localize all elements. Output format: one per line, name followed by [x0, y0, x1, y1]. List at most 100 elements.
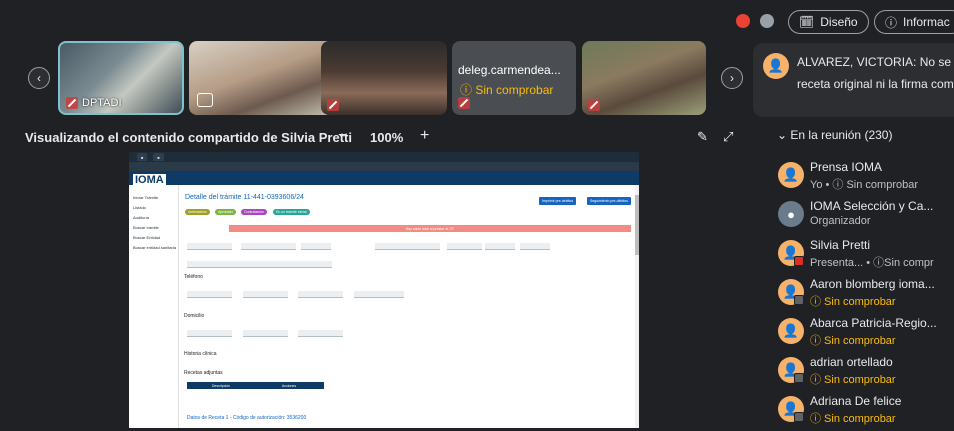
chevron-down-icon: ⌄: [777, 128, 791, 142]
participant-row[interactable]: 👤 adrian ortellado ⓘ Sin comprobar: [778, 355, 954, 391]
participant-row[interactable]: 👤 Aaron blomberg ioma... ⓘ Sin comprobar: [778, 277, 954, 313]
table-header-cell: Acciones: [281, 383, 297, 388]
participant-status: ⓘ Sin comprobar: [810, 296, 896, 308]
participant-name: Aaron blomberg ioma...: [810, 277, 935, 291]
calendar-icon: 🗓: [799, 15, 815, 29]
participant-row[interactable]: 👤 Abarca Patricia-Regio... ⓘ Sin comprob…: [778, 316, 954, 352]
sidebar-item: Listado: [133, 205, 146, 210]
activities-icon[interactable]: [760, 14, 774, 28]
avatar-icon: 👤: [778, 318, 804, 344]
status-pill: Contratación: [241, 209, 267, 215]
participants-section-header[interactable]: ⌄ En la reunión (230): [777, 128, 892, 142]
sidebar-item: Iniciar Trámite: [133, 195, 159, 200]
form-field: [243, 291, 288, 298]
filmstrip-next-button[interactable]: ›: [721, 67, 743, 89]
form-field: [485, 243, 515, 250]
avatar-icon: 👤: [778, 162, 804, 188]
receta-link: Datos de Receta 1 - Código de autorizaci…: [187, 415, 307, 421]
mic-off-icon: [327, 99, 339, 111]
tracking-button: Seguimiento pre-débitos: [587, 197, 631, 205]
chat-notification[interactable]: 👤 ALVAREZ, VICTORIA: No se receta origin…: [753, 43, 954, 117]
form-field: [301, 243, 331, 250]
form-field: [354, 291, 404, 298]
form-field: [520, 243, 550, 250]
phone-icon: [794, 295, 804, 305]
present-icon: [197, 93, 213, 107]
status-pill: Ambulatorio: [185, 209, 210, 215]
alert-banner: Hay saldo total al prestar el 70°: [229, 225, 631, 232]
participant-tile-deleg[interactable]: deleg.carmendea... ⓘ Sin comprobar: [452, 41, 576, 115]
app-sidebar: Iniciar Trámite Listado Auditoría Buscar…: [129, 185, 179, 428]
participant-row[interactable]: ● IOMA Selección y Ca... Organizador: [778, 199, 954, 235]
table-header-cell: Descripción: [211, 383, 231, 388]
participant-name: adrian ortellado: [810, 355, 893, 369]
participant-status: Presenta... • ⓘSin compr: [810, 257, 934, 269]
browser-tabbar: ■ ■: [129, 152, 639, 162]
form-field: [187, 330, 232, 337]
form-field: [243, 330, 288, 337]
annotate-icon[interactable]: ✎: [697, 129, 708, 145]
share-title: Visualizando el contenido compartido de …: [25, 130, 352, 145]
participant-tile-5[interactable]: [582, 41, 706, 115]
meet-window: ‹ › DPTADI deleg.carmendea... ⓘ Sin comp…: [0, 0, 954, 431]
zoom-out-button[interactable]: −: [338, 127, 347, 145]
section-telefono: Teléfono: [184, 274, 203, 280]
participant-status: Organizador: [810, 215, 871, 227]
zoom-in-button[interactable]: +: [420, 127, 429, 145]
tile-mic: [458, 97, 470, 109]
tile-status: ⓘ Sin comprobar: [460, 83, 554, 97]
form-field: [447, 243, 482, 250]
mic-off-icon: [66, 97, 78, 109]
form-field: [375, 243, 440, 250]
record-indicator-icon: [736, 14, 750, 28]
participant-status: Yo • ⓘ Sin comprobar: [810, 179, 918, 191]
browser-tab: ■: [153, 153, 164, 161]
app-main: Detalle del trámite 11-441-0393606/24 Am…: [179, 185, 639, 428]
participant-name: Prensa IOMA: [810, 160, 883, 174]
mic-off-icon: [458, 97, 470, 109]
info-icon: ⓘ: [885, 15, 898, 30]
form-field: [298, 330, 343, 337]
mic-off-icon: [588, 99, 600, 111]
participant-tile-dptadi[interactable]: DPTADI: [58, 41, 184, 115]
tramite-title: Detalle del trámite 11-441-0393606/24: [185, 194, 304, 201]
participant-name: Silvia Pretti: [810, 238, 871, 252]
sidebar-item: Buscar Entidad: [133, 235, 161, 240]
section-historia: Historia clínica: [184, 351, 217, 357]
participant-name: Adriana De felice: [810, 394, 902, 408]
info-button[interactable]: ⓘ Informac: [874, 10, 954, 34]
phone-icon: [794, 412, 804, 422]
form-field: [187, 291, 232, 298]
design-button[interactable]: 🗓 Diseño: [788, 10, 869, 34]
browser-address-bar: [129, 162, 639, 171]
participant-status: ⓘ Sin comprobar: [810, 374, 896, 386]
participant-status: ⓘ Sin comprobar: [810, 335, 896, 347]
fullscreen-icon[interactable]: ⤢: [723, 129, 733, 145]
browser-scrollbar: [635, 185, 639, 428]
chat-message: receta original ni la firma come: [797, 77, 954, 91]
participant-row[interactable]: 👤 Prensa IOMA Yo • ⓘ Sin comprobar: [778, 160, 954, 196]
section-recetas: Recetas adjuntas: [184, 370, 223, 376]
tile-name: DPTADI: [66, 97, 122, 109]
sidebar-item: Buscar entidad sanitaria: [133, 245, 176, 250]
print-button: Imprimir pre-debitos: [539, 197, 577, 205]
form-field: [187, 261, 332, 268]
status-pill: Aprobado: [215, 209, 237, 215]
participant-tile-3[interactable]: [321, 41, 447, 115]
form-field: [298, 291, 343, 298]
shared-screen: ■ ■ IOMA Iniciar Trámite Listado Auditor…: [129, 152, 639, 428]
tile-name: [588, 99, 600, 111]
participant-tile-2[interactable]: [189, 41, 337, 115]
presenting-icon: [794, 256, 804, 266]
participant-status: ⓘ Sin comprobar: [810, 413, 896, 425]
chat-sender: ALVAREZ, VICTORIA: No se: [797, 55, 952, 69]
tile-name: [327, 99, 339, 111]
participant-row[interactable]: 👤 Silvia Pretti Presenta... • ⓘSin compr: [778, 238, 954, 274]
tile-name: deleg.carmendea...: [458, 63, 561, 77]
form-field: [241, 243, 296, 250]
participant-name: Abarca Patricia-Regio...: [810, 316, 937, 330]
filmstrip-prev-button[interactable]: ‹: [28, 67, 50, 89]
participant-row[interactable]: 👤 Adriana De felice ⓘ Sin comprobar: [778, 394, 954, 430]
app-header: [129, 171, 639, 185]
section-domicilio: Domicilio: [184, 313, 205, 319]
